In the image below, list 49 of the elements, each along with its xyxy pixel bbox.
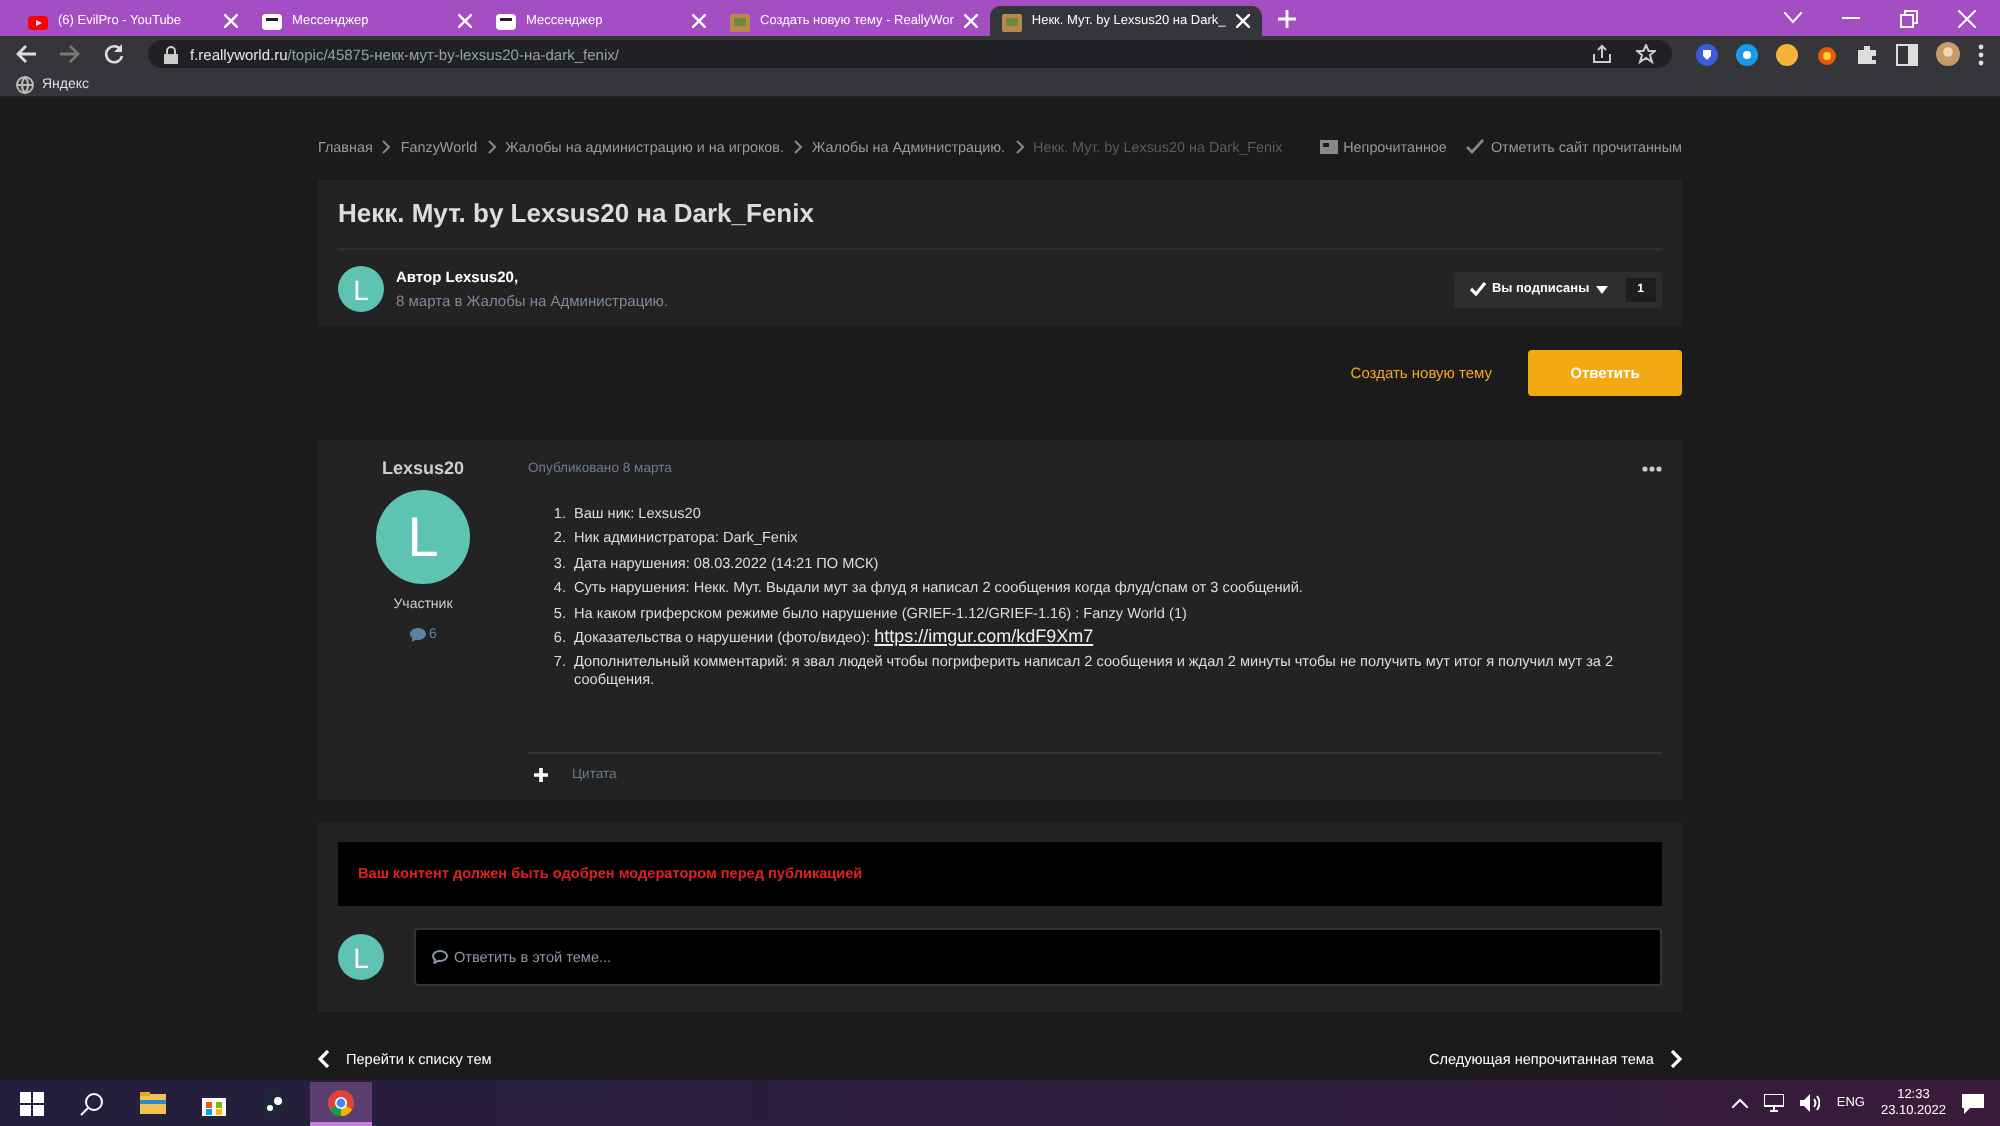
chevron-right-icon bbox=[793, 139, 802, 153]
video-icon bbox=[28, 11, 48, 31]
search-icon[interactable] bbox=[80, 1091, 104, 1115]
extension-icon[interactable] bbox=[1816, 43, 1838, 65]
back-icon[interactable] bbox=[16, 44, 36, 64]
chevron-left-icon bbox=[318, 1050, 330, 1068]
comment-icon bbox=[432, 950, 448, 964]
chat-icon bbox=[496, 11, 516, 31]
puzzle-icon[interactable] bbox=[1856, 43, 1878, 65]
minimize-icon[interactable] bbox=[1842, 16, 1860, 20]
more-icon[interactable] bbox=[1978, 43, 1984, 65]
plus-icon bbox=[534, 768, 548, 782]
shield-icon[interactable] bbox=[1696, 43, 1718, 65]
share-icon[interactable] bbox=[1592, 44, 1612, 64]
check-icon bbox=[1469, 282, 1486, 296]
forward-icon[interactable] bbox=[60, 44, 80, 64]
caret-icon bbox=[1595, 285, 1608, 293]
chevron-right-icon bbox=[1670, 1050, 1682, 1068]
browser-icon[interactable] bbox=[328, 1089, 354, 1115]
more-icon[interactable] bbox=[1642, 466, 1662, 472]
newspaper-icon bbox=[1319, 137, 1338, 155]
chat-icon bbox=[262, 11, 282, 31]
speaker-icon[interactable] bbox=[1800, 1094, 1821, 1112]
new-tab-icon[interactable] bbox=[1277, 9, 1296, 27]
star-icon[interactable] bbox=[1636, 44, 1656, 64]
chevron-right-icon bbox=[382, 139, 391, 153]
profile-avatar-icon[interactable] bbox=[1936, 42, 1960, 66]
sidebar-icon[interactable] bbox=[1896, 43, 1918, 65]
globe-icon bbox=[16, 75, 34, 93]
topic-title: Некк. Мут. by Lexsus20 на Dark_Fenix bbox=[338, 180, 1662, 250]
restore-icon[interactable] bbox=[1900, 9, 1918, 27]
close-icon[interactable] bbox=[1235, 14, 1250, 28]
extension-icon[interactable] bbox=[1736, 43, 1758, 65]
reload-icon[interactable] bbox=[104, 44, 124, 64]
chevron-down-icon[interactable] bbox=[1784, 12, 1802, 24]
folder-icon[interactable] bbox=[140, 1092, 166, 1114]
chevron-up-icon[interactable] bbox=[1732, 1098, 1749, 1108]
notifications-icon[interactable] bbox=[1962, 1093, 1984, 1113]
extension-icon[interactable] bbox=[1776, 43, 1798, 65]
chevron-right-icon bbox=[1015, 139, 1024, 153]
site-icon bbox=[1001, 11, 1022, 31]
check-icon bbox=[1466, 137, 1485, 155]
comment-icon bbox=[409, 628, 426, 642]
site-icon bbox=[730, 11, 750, 31]
evidence-link[interactable]: https://imgur.com/kdF9Xm7 bbox=[874, 625, 1094, 646]
windows-icon[interactable] bbox=[20, 1091, 44, 1115]
chevron-right-icon bbox=[487, 139, 496, 153]
lock-icon bbox=[164, 45, 178, 63]
author-name[interactable]: Lexsus20 bbox=[381, 458, 465, 478]
